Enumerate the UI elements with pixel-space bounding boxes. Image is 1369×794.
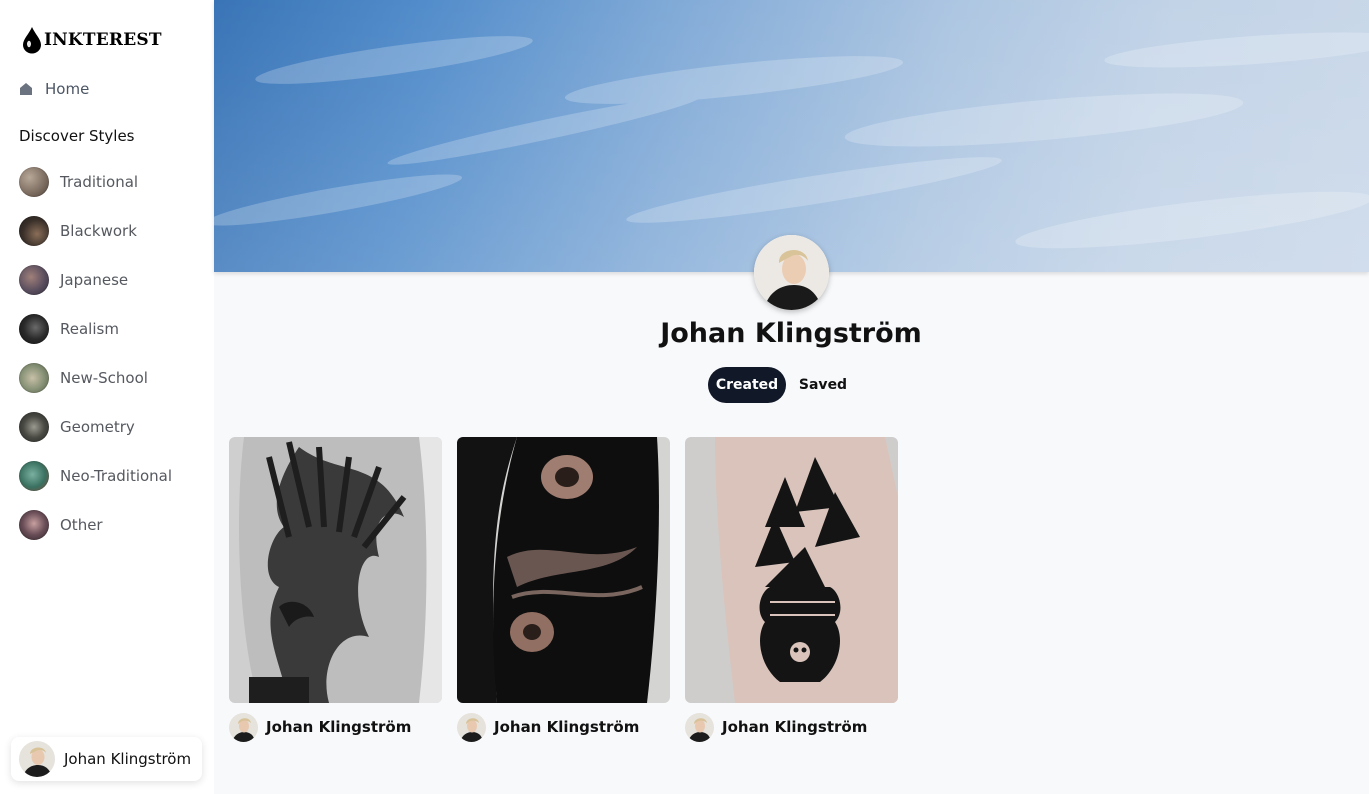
sidebar: INKTEREST Home Discover Styles Tradition… — [0, 0, 214, 794]
style-label: Realism — [60, 320, 119, 338]
author-name: Johan Klingström — [494, 718, 640, 736]
style-item-realism[interactable]: Realism — [19, 314, 172, 344]
ginkgo-vase-tattoo-image — [685, 437, 898, 703]
style-list: Traditional Blackwork Japanese Realism N… — [19, 167, 172, 559]
author-avatar — [229, 712, 258, 742]
style-label: Japanese — [60, 271, 129, 289]
profile-cover-image — [214, 0, 1369, 272]
pin-author[interactable]: Johan Klingström — [685, 712, 898, 742]
pin-card[interactable]: Johan Klingström — [685, 437, 898, 742]
home-icon — [20, 83, 32, 95]
pin-image[interactable] — [685, 437, 898, 703]
nav-home-label: Home — [45, 80, 90, 98]
pin-author[interactable]: Johan Klingström — [229, 712, 442, 742]
user-avatar — [19, 741, 55, 777]
author-avatar — [457, 712, 486, 742]
author-name: Johan Klingström — [722, 718, 868, 736]
nav-home[interactable]: Home — [19, 78, 89, 100]
author-avatar — [685, 712, 714, 742]
logo-text: INKTEREST — [44, 30, 162, 50]
eagle-back-tattoo-image — [229, 437, 442, 703]
style-label: Neo-Traditional — [60, 467, 173, 485]
style-thumb-japanese — [19, 265, 49, 295]
profile-name: Johan Klingström — [660, 318, 922, 349]
ink-drop-icon — [23, 27, 41, 54]
style-label: Blackwork — [60, 222, 137, 240]
pin-card[interactable]: Johan Klingström — [457, 437, 670, 742]
discover-styles-heading: Discover Styles — [19, 127, 135, 145]
sky-clouds-illustration — [214, 0, 1369, 272]
pin-image[interactable] — [457, 437, 670, 703]
style-item-blackwork[interactable]: Blackwork — [19, 216, 172, 246]
style-thumb-traditional — [19, 167, 49, 197]
tab-created[interactable]: Created — [708, 367, 786, 403]
pin-author[interactable]: Johan Klingström — [457, 712, 670, 742]
profile-avatar — [754, 235, 829, 310]
current-user-name: Johan Klingström — [64, 750, 192, 768]
user-portrait-icon — [19, 741, 55, 777]
style-thumb-geometry — [19, 412, 49, 442]
style-thumb-new-school — [19, 363, 49, 393]
style-item-neo-traditional[interactable]: Neo-Traditional — [19, 461, 172, 491]
profile-portrait-icon — [754, 235, 829, 310]
style-label: Geometry — [60, 418, 135, 436]
style-item-new-school[interactable]: New-School — [19, 363, 172, 393]
style-item-traditional[interactable]: Traditional — [19, 167, 172, 197]
style-thumb-other — [19, 510, 49, 540]
current-user-card[interactable]: Johan Klingström — [11, 737, 202, 781]
style-thumb-realism — [19, 314, 49, 344]
author-portrait-icon — [685, 712, 714, 742]
pin-image[interactable] — [229, 437, 442, 703]
author-name: Johan Klingström — [266, 718, 412, 736]
style-thumb-blackwork — [19, 216, 49, 246]
logo[interactable]: INKTEREST — [22, 26, 162, 54]
pin-card[interactable]: Johan Klingström — [229, 437, 442, 742]
style-thumb-neo-traditional — [19, 461, 49, 491]
style-label: New-School — [60, 369, 148, 387]
author-portrait-icon — [457, 712, 486, 742]
style-label: Traditional — [60, 173, 139, 191]
author-portrait-icon — [229, 712, 258, 742]
style-item-japanese[interactable]: Japanese — [19, 265, 172, 295]
style-item-other[interactable]: Other — [19, 510, 172, 540]
style-label: Other — [60, 516, 103, 534]
tab-saved[interactable]: Saved — [793, 367, 853, 403]
blackwork-sleeve-tattoo-image — [457, 437, 670, 703]
style-item-geometry[interactable]: Geometry — [19, 412, 172, 442]
